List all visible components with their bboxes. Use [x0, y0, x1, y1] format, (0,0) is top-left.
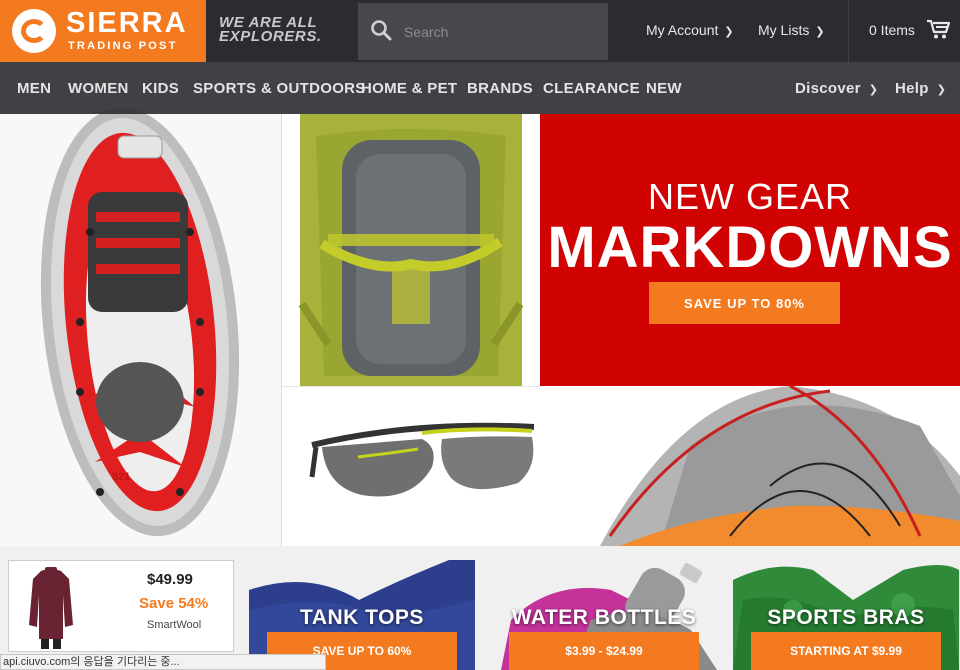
nav-kids[interactable]: KIDS — [142, 80, 179, 97]
my-account-label: My Account — [646, 22, 719, 38]
promo-tile[interactable]: NEW GEAR MARKDOWNS SAVE UP TO 80% — [540, 114, 960, 386]
nav-help-label: Help — [895, 80, 929, 97]
product-thumbnail — [29, 567, 73, 649]
nav-women[interactable]: WOMEN — [68, 80, 129, 97]
nav-home-pet[interactable]: HOME & PET — [361, 80, 457, 97]
category-button[interactable]: $3.99 - $24.99 — [509, 632, 699, 670]
nav-men[interactable]: MEN — [17, 80, 51, 97]
featured-product-card[interactable]: $49.99 Save 54% SmartWool — [8, 560, 234, 652]
category-title: WATER BOTTLES — [511, 606, 697, 629]
nav-new[interactable]: NEW — [646, 80, 682, 97]
category-strip: $49.99 Save 54% SmartWool TANK TOPS SAVE… — [0, 546, 960, 670]
logo-emblem-icon — [12, 9, 56, 53]
chevron-down-icon: ❯ — [815, 26, 825, 38]
sunglasses-image[interactable] — [282, 386, 540, 546]
nav-help[interactable]: Help ❯ — [895, 80, 946, 97]
backpack-image[interactable] — [282, 114, 540, 386]
search-icon[interactable] — [370, 19, 392, 41]
svg-text:821: 821 — [112, 471, 130, 483]
top-header: SIERRA TRADING POST WE ARE ALL EXPLORERS… — [0, 0, 960, 62]
logo-subtitle: TRADING POST — [68, 40, 178, 52]
tent-image[interactable] — [540, 386, 960, 546]
nav-discover[interactable]: Discover ❯ — [795, 80, 878, 97]
browser-status-bar: api.ciuvo.com의 응답을 기다리는 중... — [0, 654, 326, 670]
nav-brands[interactable]: BRANDS — [467, 80, 533, 97]
category-title: SPORTS BRAS — [767, 606, 925, 629]
category-water-bottles[interactable]: WATER BOTTLES $3.99 - $24.99 — [491, 560, 717, 670]
nav-discover-label: Discover — [795, 80, 861, 97]
snowshoe-image[interactable]: 821 — [0, 62, 282, 546]
product-discount: Save 54% — [139, 595, 209, 612]
my-lists-menu[interactable]: My Lists ❯ — [758, 22, 825, 38]
category-title: TANK TOPS — [300, 606, 424, 629]
hero-banner: 821 NEW GEAR MARKDOWNS SAVE UP TO 80% — [0, 62, 960, 546]
chevron-down-icon: ❯ — [724, 26, 734, 38]
header-divider — [848, 0, 849, 62]
main-nav: MEN WOMEN KIDS SPORTS & OUTDOORS HOME & … — [0, 62, 960, 114]
my-account-menu[interactable]: My Account ❯ — [646, 22, 734, 38]
cart-link[interactable]: 0 Items — [869, 22, 915, 38]
promo-save-button[interactable]: SAVE UP TO 80% — [649, 282, 840, 324]
nav-clearance[interactable]: CLEARANCE — [543, 80, 640, 97]
search-input[interactable] — [404, 19, 594, 45]
logo-name: SIERRA — [66, 7, 188, 39]
search-box — [358, 3, 608, 60]
chevron-down-icon: ❯ — [868, 84, 879, 96]
category-button[interactable]: STARTING AT $9.99 — [751, 632, 941, 670]
nav-sports-outdoors[interactable]: SPORTS & OUTDOORS — [193, 80, 366, 97]
promo-headline: NEW GEAR — [647, 176, 852, 217]
promo-title: MARKDOWNS — [547, 215, 953, 280]
cart-count: 0 Items — [869, 22, 915, 38]
chevron-down-icon: ❯ — [936, 84, 947, 96]
site-logo[interactable]: SIERRA TRADING POST — [0, 0, 206, 62]
cart-icon[interactable] — [926, 18, 950, 40]
tagline: WE ARE ALL EXPLORERS. — [219, 14, 322, 45]
product-price: $49.99 — [147, 571, 193, 588]
my-lists-label: My Lists — [758, 22, 810, 38]
category-sports-bras[interactable]: SPORTS BRAS STARTING AT $9.99 — [733, 560, 959, 670]
product-brand: SmartWool — [147, 619, 202, 631]
